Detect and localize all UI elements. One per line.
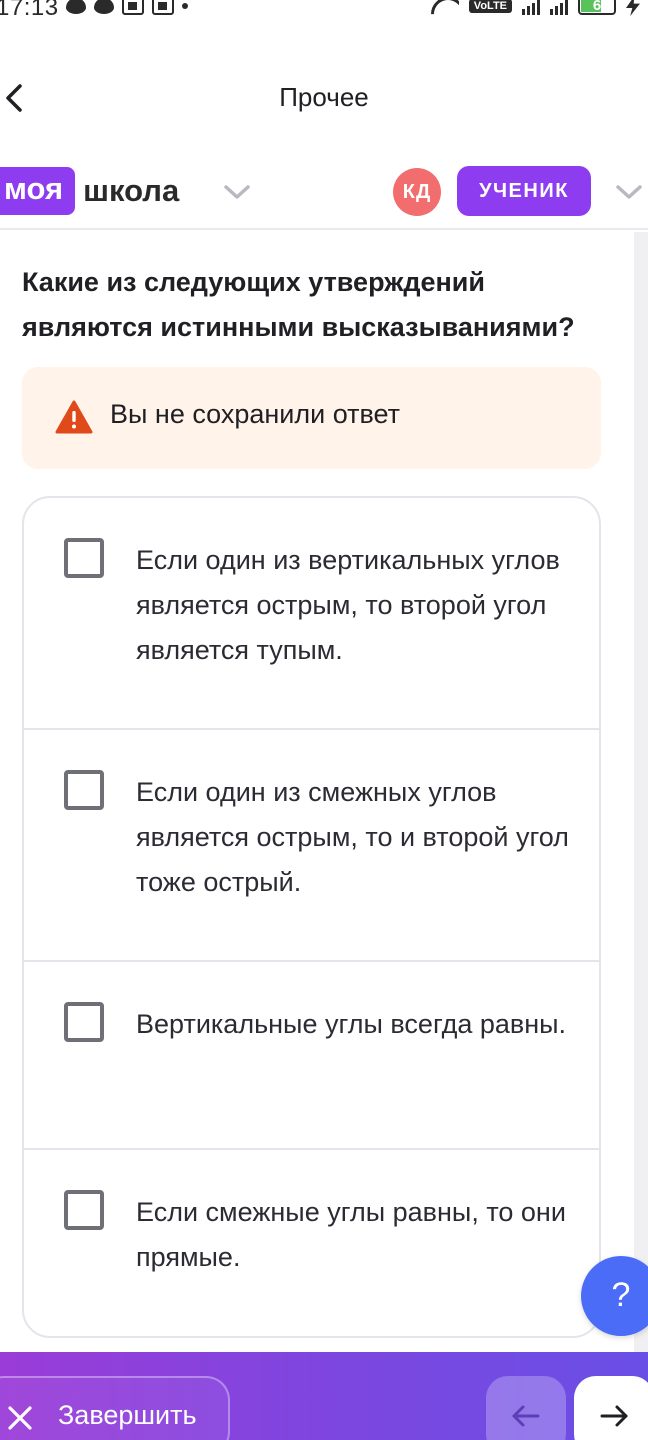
finish-label: Завершить (58, 1400, 197, 1430)
answer-text: Если смежные углы равны, то они прямые. (136, 1197, 566, 1272)
answer-checkbox[interactable] (64, 1190, 104, 1230)
charging-icon (626, 0, 640, 16)
signal-2-icon (550, 0, 568, 15)
arrow-right-icon (600, 1405, 628, 1427)
answer-text: Если один из вертикальных углов является… (136, 545, 560, 665)
avatar[interactable]: КД (393, 168, 441, 216)
answer-checkbox[interactable] (64, 538, 104, 578)
app-notification-icon (122, 0, 144, 15)
role-badge[interactable]: УЧЕНИК (457, 166, 591, 216)
answer-option[interactable]: Если один из смежных углов является остр… (24, 730, 599, 962)
volte-badge: VoLTE (468, 0, 512, 13)
next-question-button[interactable] (574, 1376, 648, 1440)
bottom-action-bar: Завершить (0, 1352, 648, 1440)
logo-part-shkola: школа (83, 173, 180, 208)
wifi-icon (431, 0, 459, 15)
logo-part-moya: моя (0, 167, 76, 215)
message-notification-icon (94, 0, 114, 14)
answer-option[interactable]: Вертикальные углы всегда равны. (24, 962, 599, 1150)
status-bar: 17:13 VoLTE 6 (0, 0, 648, 24)
answer-checkbox[interactable] (64, 770, 104, 810)
warning-text: Вы не сохранили ответ (110, 399, 401, 429)
unsaved-warning: Вы не сохранили ответ (22, 367, 601, 469)
finish-button[interactable]: Завершить (0, 1376, 230, 1440)
answer-text: Если один из смежных углов является остр… (136, 777, 569, 897)
notification-icons (66, 0, 188, 15)
signal-1-icon (522, 0, 540, 15)
answer-text: Вертикальные углы всегда равны. (136, 1009, 567, 1039)
answer-option[interactable]: Если один из вертикальных углов является… (24, 498, 599, 730)
answer-options: Если один из вертикальных углов является… (22, 496, 601, 1338)
chevron-down-icon[interactable] (222, 182, 252, 202)
system-icons: VoLTE 6 (431, 0, 640, 16)
question-text: Какие из следующих утверждений являются … (22, 267, 575, 342)
scrollbar-track[interactable] (634, 232, 648, 1352)
status-time: 17:13 (0, 0, 59, 21)
answer-option[interactable]: Если смежные углы равны, то они прямые. (24, 1150, 599, 1336)
battery-icon: 6 (578, 0, 616, 15)
answer-checkbox[interactable] (64, 1002, 104, 1042)
close-icon (8, 1406, 32, 1430)
page-title: Прочее (279, 82, 369, 112)
app-header: Прочее (0, 60, 648, 140)
warning-icon (55, 400, 93, 434)
more-notifications-icon (182, 3, 188, 9)
chat-notification-icon (66, 0, 86, 14)
brand-bar: моя школа КД УЧЕНИК (0, 160, 648, 230)
previous-question-button[interactable] (486, 1376, 566, 1440)
chevron-down-icon[interactable] (614, 182, 644, 202)
battery-level: 6 (592, 0, 602, 14)
arrow-left-icon (512, 1405, 540, 1427)
ppt-notification-icon (152, 0, 174, 15)
logo[interactable]: моя школа (0, 167, 179, 215)
